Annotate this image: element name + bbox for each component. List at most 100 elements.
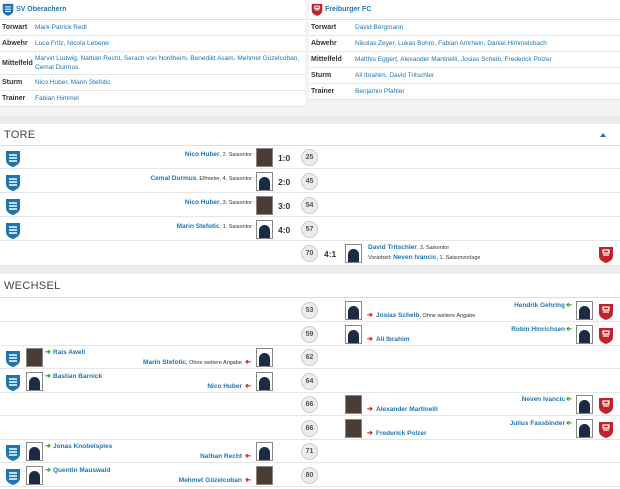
lineup-players[interactable]: Luca Fritz, Nicola Leberer xyxy=(35,37,305,50)
home-club-logo-icon[interactable] xyxy=(5,174,21,191)
sub-out-arrow-icon: ➔ xyxy=(245,476,251,484)
minute-badge: 64 xyxy=(301,372,318,390)
minute-badge: 66 xyxy=(301,419,318,437)
substitution-row: 66 ➔ Frederick Polzer Julius Fassbinder ➔ xyxy=(0,417,620,440)
player-out-link[interactable]: Alexander Martinelli xyxy=(376,406,438,413)
home-club-logo-icon[interactable] xyxy=(5,150,21,167)
player-in-link[interactable]: Quentin Mauswald xyxy=(53,467,110,474)
scorer-link[interactable]: Nico Huber xyxy=(185,151,220,158)
player-in-photo[interactable] xyxy=(576,418,593,438)
score: 4:0 xyxy=(278,225,291,235)
assist-link[interactable]: Neven Ivancic xyxy=(393,254,436,261)
player-in-link[interactable]: Jonas Knobelspies xyxy=(53,443,112,450)
player-out-link[interactable]: Nathan Recht xyxy=(200,453,242,460)
sub-out-arrow-icon: ➔ xyxy=(367,335,373,343)
player-in-photo[interactable] xyxy=(26,465,43,485)
lineup-players[interactable]: Ali Ibrahim, David Tritschler xyxy=(355,69,620,82)
player-in-photo[interactable] xyxy=(576,395,593,414)
player-out-photo[interactable] xyxy=(256,442,273,461)
goal-row: Nico Huber, 2. Saisontor 1:0 25 xyxy=(0,146,620,169)
player-photo[interactable] xyxy=(256,172,273,191)
goal-info: , 1. Saisontor xyxy=(219,224,252,230)
lineup-players[interactable]: Benjamin Pfahler xyxy=(355,85,620,98)
home-club-logo-icon[interactable] xyxy=(5,444,21,461)
subs-section-header[interactable]: WECHSEL xyxy=(0,274,620,298)
player-out-photo[interactable] xyxy=(345,324,362,344)
lineup-players[interactable]: David Bergmann xyxy=(355,21,620,34)
player-out-link[interactable]: Josias Scheib xyxy=(376,312,419,319)
player-out-link[interactable]: Marin Stefotic xyxy=(143,359,186,366)
lineup-players[interactable]: Matthis Eggert, Alexander Martinelli, Jo… xyxy=(355,53,620,66)
player-in-link[interactable]: Rais Awell xyxy=(53,349,85,356)
home-club-logo-icon[interactable] xyxy=(5,374,21,391)
goal-text: David Tritschler, 3. Saisontor xyxy=(368,244,449,251)
home-club-logo-icon[interactable] xyxy=(5,468,21,485)
player-in-link[interactable]: Neven Ivancic xyxy=(522,396,565,403)
lineup-players[interactable]: Nico Huber, Marin Stefotic xyxy=(35,76,305,89)
goals-title: TORE xyxy=(4,128,36,141)
player-photo[interactable] xyxy=(256,220,273,239)
substitution-row: 80 ➔ Quentin Mauswald Mehmet Güzelcoban ➔ xyxy=(0,464,620,487)
assist-info: , 1. Saisonvorlage xyxy=(436,255,481,261)
player-out-photo[interactable] xyxy=(345,301,362,320)
away-club-logo-icon[interactable] xyxy=(598,327,614,344)
lineup-players[interactable]: Mark-Patrick Redl xyxy=(35,21,305,34)
player-out-photo[interactable] xyxy=(256,348,273,367)
lineup-position-label: Mittelfeld xyxy=(2,59,33,67)
home-club-logo-icon[interactable] xyxy=(5,350,21,367)
player-out-photo[interactable] xyxy=(345,395,362,414)
home-club-logo-icon xyxy=(2,3,14,16)
player-out-photo[interactable] xyxy=(256,371,273,391)
away-team-name[interactable]: Freiburger FC xyxy=(325,6,371,13)
substitution-row: 71 ➔ Jonas Knobelspies Nathan Recht ➔ xyxy=(0,440,620,463)
scorer-link[interactable]: Nico Huber xyxy=(185,199,220,206)
player-in-link[interactable]: Robin Hinrichsen xyxy=(511,326,565,333)
scorer-link[interactable]: Marin Stefotic xyxy=(177,223,220,230)
lineup-players[interactable]: Fabian Himmel xyxy=(35,92,305,105)
goal-info: , 3. Saisontor xyxy=(219,200,252,206)
goals-section-header[interactable]: TORE xyxy=(0,124,620,146)
player-in-photo[interactable] xyxy=(26,371,43,391)
lineup-position-label: Abwehr xyxy=(2,40,28,47)
scorer-link[interactable]: Cemal Durmus xyxy=(150,175,196,182)
player-in-photo[interactable] xyxy=(26,348,43,367)
home-team-name[interactable]: SV Oberachern xyxy=(16,6,67,13)
player-out-link[interactable]: Nico Huber xyxy=(207,383,242,390)
lineup-position-label: Torwart xyxy=(2,24,28,31)
chevron-up-icon[interactable] xyxy=(600,133,606,137)
player-out-link[interactable]: Frederick Polzer xyxy=(376,430,427,437)
score: 1:0 xyxy=(278,153,291,163)
lineup-players[interactable]: Marvin Ludwig, Nathan Recht, Serach von … xyxy=(35,52,305,74)
player-out-link[interactable]: Mehmet Güzelcoban xyxy=(179,477,242,484)
player-photo[interactable] xyxy=(256,196,273,215)
goal-text: Marin Stefotic, 1. Saisontor xyxy=(177,223,252,230)
scorer-link[interactable]: David Tritschler xyxy=(368,244,417,251)
player-out-photo[interactable] xyxy=(345,418,362,438)
player-out-link[interactable]: Ali Ibrahim xyxy=(376,336,410,343)
player-in-link[interactable]: Bastian Barnick xyxy=(53,373,102,380)
away-club-logo-icon[interactable] xyxy=(598,421,614,438)
sub-in-arrow-icon: ➔ xyxy=(566,396,572,403)
home-club-logo-icon[interactable] xyxy=(5,198,21,215)
player-in-photo[interactable] xyxy=(26,442,43,461)
sub-in-arrow-icon: ➔ xyxy=(566,325,572,333)
away-club-logo-icon[interactable] xyxy=(598,397,614,414)
score: 2:0 xyxy=(278,177,291,187)
lineup-position-label: Mittelfeld xyxy=(311,56,342,63)
player-in-photo[interactable] xyxy=(576,301,593,320)
lineup-position-label: Sturm xyxy=(311,72,332,79)
player-in-link[interactable]: Julius Fassbinder xyxy=(510,420,565,427)
home-club-logo-icon[interactable] xyxy=(5,222,21,239)
home-team-header[interactable]: SV Oberachern xyxy=(0,0,305,20)
player-out-photo[interactable] xyxy=(256,465,273,485)
player-in-photo[interactable] xyxy=(576,324,593,344)
player-in-link[interactable]: Hendrik Gehring xyxy=(514,302,565,309)
away-team-header[interactable]: Freiburger FC xyxy=(309,0,620,20)
away-club-logo-icon[interactable] xyxy=(598,246,614,263)
player-photo[interactable] xyxy=(256,148,273,167)
goal-row: Marin Stefotic, 1. Saisontor 4:0 57 xyxy=(0,218,620,241)
player-photo[interactable] xyxy=(345,244,362,263)
away-club-logo-icon[interactable] xyxy=(598,303,614,320)
lineup-row: Mittelfeld Matthis Eggert, Alexander Mart… xyxy=(309,52,620,68)
lineup-players[interactable]: Nikolas Zeyer, Lukas Bohro, Fabian Amrhe… xyxy=(355,37,620,50)
